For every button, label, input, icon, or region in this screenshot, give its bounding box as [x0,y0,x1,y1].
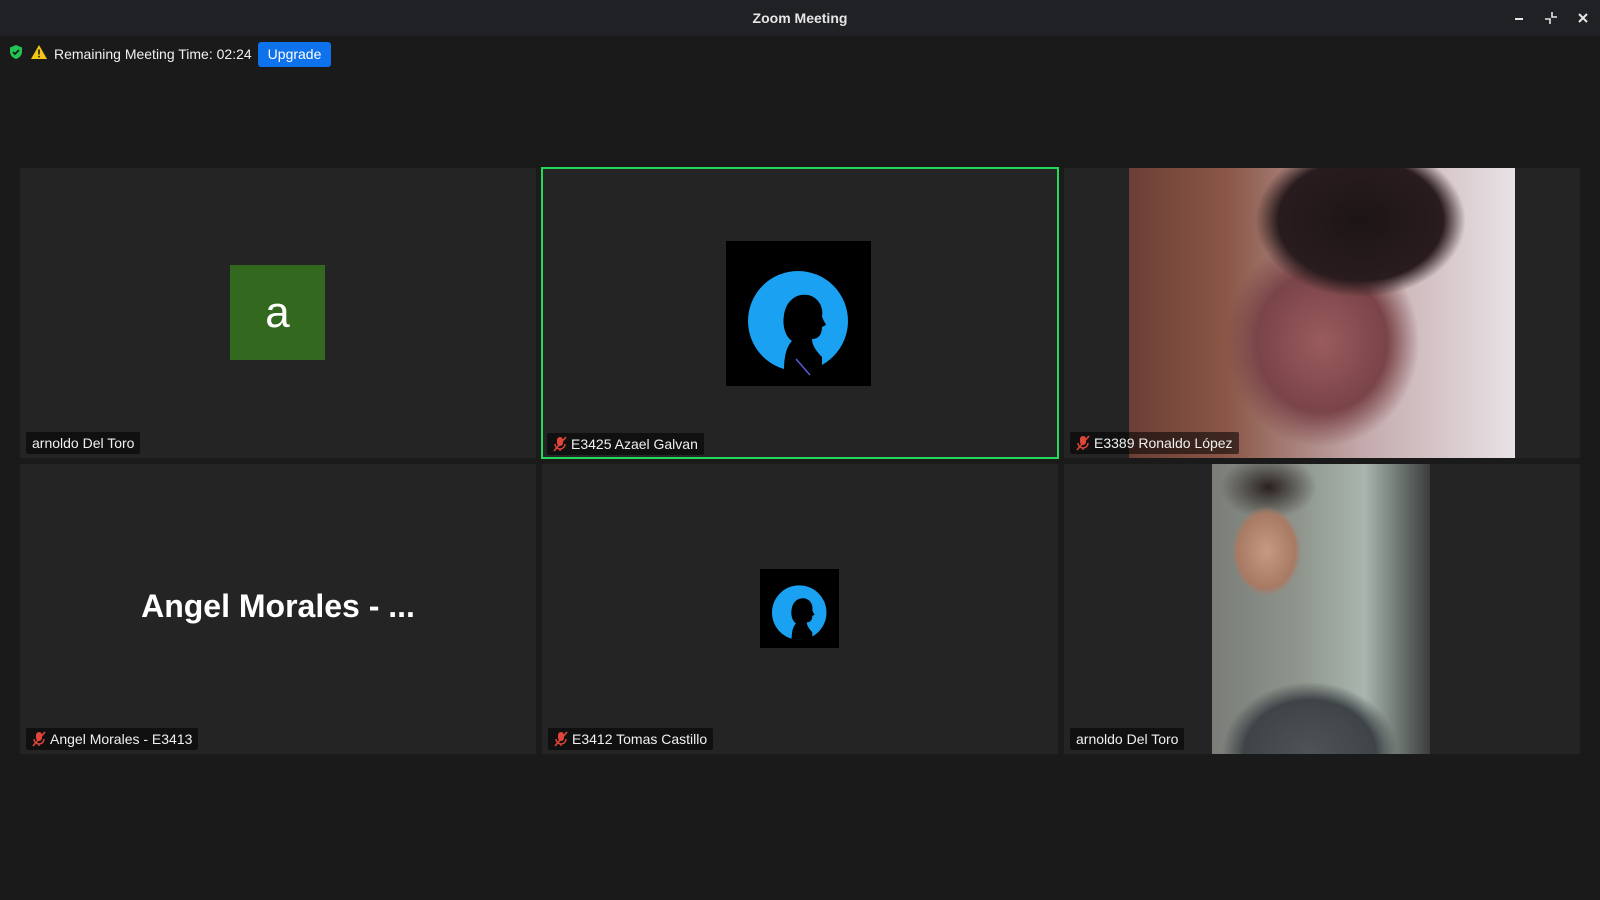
participant-name-tag: Angel Morales - E3413 [26,728,199,750]
participant-tile[interactable]: arnoldo Del Toro [1064,464,1580,754]
participant-name: E3389 Ronaldo López [1094,435,1233,451]
participant-name: Angel Morales - E3413 [50,731,193,747]
participant-name: E3425 Azael Galvan [571,436,698,452]
remaining-time-text: Remaining Meeting Time: 02:24 [54,46,252,62]
mic-muted-icon [554,731,568,747]
profile-silhouette-icon [748,271,848,376]
participant-name-tag: arnoldo Del Toro [1070,728,1185,750]
mic-muted-icon [553,436,567,452]
mic-muted-icon [1076,435,1090,451]
participant-name-tag: E3425 Azael Galvan [547,433,704,455]
participant-name: arnoldo Del Toro [1076,731,1179,747]
mic-muted-icon [32,731,46,747]
upgrade-button[interactable]: Upgrade [257,41,332,67]
avatar [726,241,871,386]
window-controls [1510,0,1592,36]
participant-name-tag: E3389 Ronaldo López [1070,432,1239,454]
participant-tile-active-speaker[interactable]: E3425 Azael Galvan [541,167,1059,459]
participant-name: E3412 Tomas Castillo [572,731,708,747]
participant-name-tag: E3412 Tomas Castillo [548,728,714,750]
video-feed [1212,464,1430,754]
avatar [760,569,839,648]
shield-icon[interactable] [8,44,24,65]
minimize-icon[interactable] [1510,9,1528,27]
warning-icon [30,44,48,65]
participant-tile[interactable]: E3412 Tomas Castillo [542,464,1058,754]
video-feed [1129,168,1515,458]
title-bar: Zoom Meeting [0,0,1600,36]
participant-tile[interactable]: Angel Morales - ... Angel Morales - E341… [20,464,536,754]
participant-tile[interactable]: E3389 Ronaldo López [1064,168,1580,458]
participant-name: arnoldo Del Toro [32,435,135,451]
window-title: Zoom Meeting [752,10,848,26]
avatar: a [230,265,325,360]
profile-silhouette-icon [771,585,827,640]
participant-name-tag: arnoldo Del Toro [26,432,141,454]
exit-fullscreen-icon[interactable] [1542,9,1560,27]
participant-tile[interactable]: a arnoldo Del Toro [20,168,536,458]
close-icon[interactable] [1574,9,1592,27]
participant-display-name: Angel Morales - ... [141,588,415,624]
meeting-info-bar: Remaining Meeting Time: 02:24 Upgrade [8,41,332,67]
